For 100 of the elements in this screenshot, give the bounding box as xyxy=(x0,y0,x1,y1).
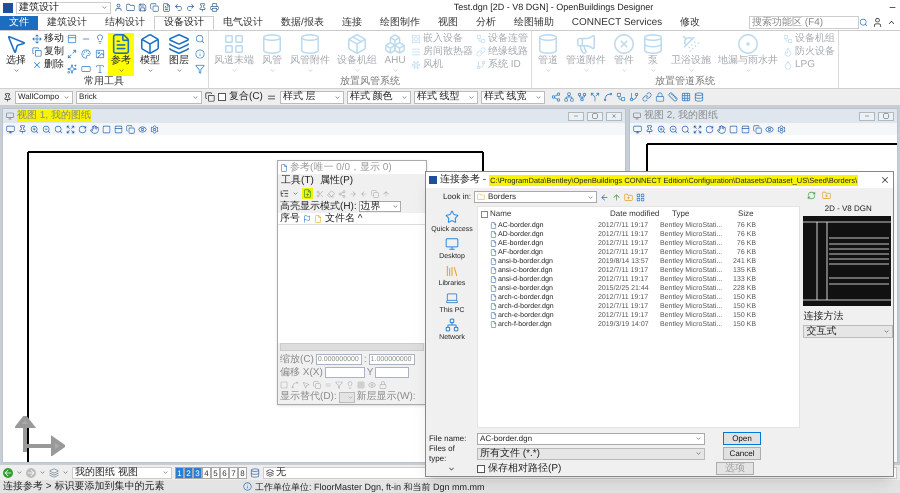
caret-icon[interactable] xyxy=(400,94,408,100)
network-icon[interactable] xyxy=(564,92,574,102)
view-number-button[interactable]: 4 xyxy=(202,466,211,478)
back-icon[interactable] xyxy=(3,468,13,478)
caret-icon[interactable] xyxy=(695,435,702,442)
offset-y-field[interactable] xyxy=(375,367,410,378)
view-number-button[interactable]: 5 xyxy=(211,466,220,478)
link-icon[interactable] xyxy=(642,92,652,102)
rotate-icon[interactable] xyxy=(78,124,87,134)
ribbon-tab[interactable]: 视图 xyxy=(428,16,467,30)
caret-icon[interactable] xyxy=(695,450,702,457)
dialog-button[interactable]: Open xyxy=(723,432,761,445)
caret-icon[interactable] xyxy=(39,469,46,476)
save-icon[interactable] xyxy=(138,3,147,12)
caret-icon[interactable] xyxy=(118,67,124,74)
attribute-dropdown[interactable]: 样式 线型 xyxy=(414,90,478,104)
person-icon[interactable] xyxy=(114,3,123,12)
horizontal-scrollbar[interactable] xyxy=(280,343,424,351)
square-icon[interactable] xyxy=(102,124,111,134)
caret-icon[interactable] xyxy=(63,94,70,100)
dialog-button[interactable]: Cancel xyxy=(723,447,761,460)
ribbon-small-button[interactable]: 删除 xyxy=(32,59,64,71)
ribbon-tab[interactable]: 设备设计 xyxy=(154,16,214,30)
view-menu-icon[interactable] xyxy=(636,192,645,202)
hand-icon[interactable] xyxy=(90,124,99,134)
offset-x-field[interactable] xyxy=(324,367,365,378)
composite-checkbox[interactable] xyxy=(218,93,226,101)
maximize-icon[interactable] xyxy=(883,113,889,119)
caret-icon[interactable] xyxy=(62,469,69,476)
split-icon[interactable] xyxy=(590,92,600,102)
search-icon[interactable] xyxy=(859,18,868,27)
look-in-dropdown[interactable]: Borders xyxy=(474,191,597,203)
layers-icon[interactable] xyxy=(49,468,59,478)
highlight-mode-dropdown[interactable]: 边界 xyxy=(358,201,401,212)
zoom-out-icon[interactable] xyxy=(669,124,678,134)
maximize-button[interactable] xyxy=(878,112,894,120)
layers-icon[interactable] xyxy=(168,33,190,55)
file-name-field[interactable]: AC-border.dgn xyxy=(477,432,705,444)
letter-a-icon[interactable] xyxy=(95,64,105,74)
eye-icon[interactable] xyxy=(765,124,774,134)
ribbon-tab[interactable]: CONNECT Services xyxy=(562,16,672,30)
caret-icon[interactable] xyxy=(587,194,594,200)
copy-icon[interactable] xyxy=(150,3,159,12)
ribbon-tab[interactable]: 建筑设计 xyxy=(38,16,96,30)
ribbon-tab[interactable]: 分析 xyxy=(466,16,505,30)
info-icon[interactable] xyxy=(195,49,205,59)
palette-icon[interactable] xyxy=(81,49,91,59)
attribute-dropdown[interactable]: 样式 层 xyxy=(280,90,344,104)
attribute-dropdown[interactable]: Brick xyxy=(76,90,202,104)
caret-icon[interactable] xyxy=(146,67,154,74)
move-icon[interactable] xyxy=(32,34,42,44)
network-icon[interactable] xyxy=(445,318,459,332)
relative-path-checkbox[interactable] xyxy=(477,464,485,472)
lock-icon[interactable] xyxy=(654,92,665,102)
laptop-icon[interactable] xyxy=(445,291,459,305)
nodes-icon[interactable] xyxy=(338,190,346,198)
workspace-dropdown[interactable]: 建筑设计 xyxy=(16,2,111,14)
database-icon[interactable] xyxy=(250,468,260,478)
copy-icon[interactable] xyxy=(205,92,215,102)
ribbon-tab[interactable]: 绘图辅助 xyxy=(504,16,563,30)
zoom-out-icon[interactable] xyxy=(42,124,51,134)
column-header[interactable]: Type xyxy=(672,209,736,219)
redo-icon[interactable] xyxy=(186,3,195,12)
settings-icon[interactable] xyxy=(150,124,159,134)
up-folder-icon[interactable] xyxy=(612,192,621,202)
rotate-icon[interactable] xyxy=(705,124,714,134)
settings-icon[interactable] xyxy=(777,124,786,134)
grid-icon[interactable] xyxy=(680,92,691,102)
panel-icon[interactable] xyxy=(114,124,123,134)
attribute-dropdown[interactable]: WallCompo xyxy=(15,90,73,104)
menu-item[interactable]: 属性(P) xyxy=(320,174,354,186)
hand-icon[interactable] xyxy=(717,124,726,134)
view-number-button[interactable]: 8 xyxy=(238,466,247,478)
x-icon[interactable] xyxy=(32,60,42,70)
resize-icon[interactable] xyxy=(67,49,77,59)
caret-icon[interactable] xyxy=(468,94,475,100)
ribbon-button[interactable]: 图层 xyxy=(166,33,192,76)
column-header[interactable]: Name xyxy=(490,209,608,219)
ribbon-small-button[interactable]: 复制 xyxy=(32,46,64,58)
square-icon[interactable] xyxy=(729,124,738,134)
ribbon-tab[interactable]: 结构设计 xyxy=(96,16,154,30)
column-header[interactable]: Size xyxy=(738,209,768,219)
close-icon[interactable] xyxy=(611,113,617,119)
branch-icon[interactable] xyxy=(628,92,639,102)
view-number-button[interactable]: 3 xyxy=(193,466,202,478)
fit-icon[interactable] xyxy=(693,124,702,134)
printer-icon[interactable] xyxy=(210,3,219,12)
caret-icon[interactable] xyxy=(392,203,399,210)
search-icon[interactable] xyxy=(681,124,690,134)
panel-icon[interactable] xyxy=(741,124,750,134)
rectangle-icon[interactable] xyxy=(81,64,91,74)
ribbon-tab[interactable]: 电气设计 xyxy=(214,16,272,30)
caret-icon[interactable] xyxy=(334,94,341,100)
view-number-button[interactable]: 6 xyxy=(220,466,229,478)
ribbon-button[interactable]: 模型 xyxy=(137,33,163,76)
ribbon-button[interactable]: 选择 xyxy=(3,33,29,76)
ribbon-tab[interactable]: 修改 xyxy=(671,16,710,30)
maximize-icon[interactable] xyxy=(592,113,598,119)
zoom-in-icon[interactable] xyxy=(657,124,666,134)
caret-icon[interactable] xyxy=(534,94,542,100)
